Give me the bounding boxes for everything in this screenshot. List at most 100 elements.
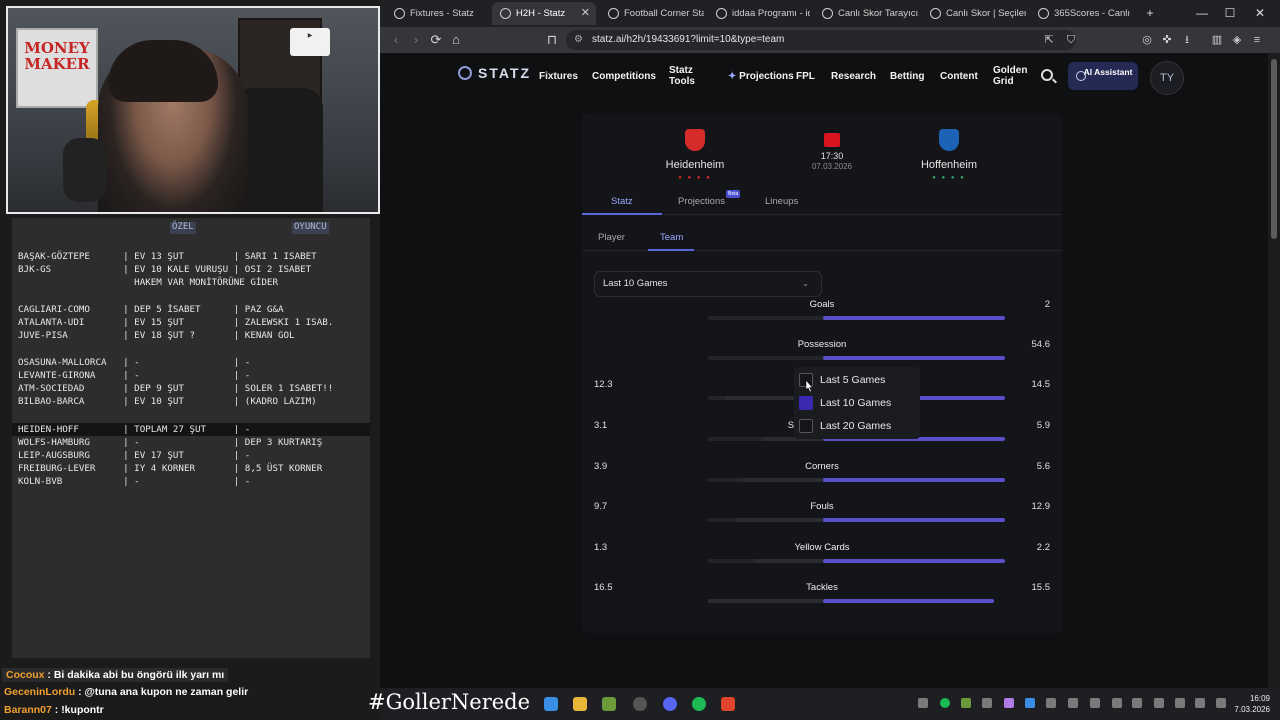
tray-display-icon[interactable]	[1132, 698, 1142, 708]
tray-steam-icon[interactable]	[982, 698, 992, 708]
browser-tab[interactable]: Canlı Skor Tarayıcısı	[814, 2, 918, 25]
search-icon[interactable]	[1041, 69, 1053, 81]
wallet-icon[interactable]: ◈	[1228, 27, 1246, 53]
tray-speaker-icon[interactable]	[1195, 698, 1205, 708]
spotify-icon[interactable]	[692, 697, 706, 711]
extensions-icon[interactable]: ✜	[1158, 27, 1176, 53]
notes-line: BAŞAK-GÖZTEPE | EV 13 ŞUT | SARI 1 ISABE…	[18, 251, 317, 262]
avatar[interactable]: TY	[1150, 61, 1184, 95]
chat-username: Barann07	[4, 704, 52, 716]
filter-option-checkbox[interactable]	[799, 396, 813, 410]
vpn-icon[interactable]: ◎	[1138, 27, 1156, 53]
tray-bluetooth-icon[interactable]	[1025, 698, 1035, 708]
tab-title: Canlı Skor Tarayıcısı	[838, 8, 918, 19]
tray-network-icon[interactable]	[1090, 698, 1100, 708]
tray-controller-icon[interactable]	[1046, 698, 1056, 708]
brave-browser-icon[interactable]	[721, 697, 735, 711]
stat-home-bar	[736, 518, 822, 522]
statz-logo[interactable]: STATZ	[458, 65, 531, 81]
close-tab-icon[interactable]: ✕	[581, 2, 590, 25]
notes-line: FREIBURG-LEVER | IY 4 KORNER | 8,5 ÜST K…	[18, 463, 323, 474]
browser-tab[interactable]: Fixtures - Statz	[386, 2, 486, 25]
browser-tab[interactable]: Football Corner Stats	[600, 2, 704, 25]
away-team-name[interactable]: Hoffenheim	[889, 159, 1009, 171]
stat-away-value: 15.5	[1031, 582, 1051, 593]
away-team-crest[interactable]	[939, 129, 959, 151]
streamer-hair	[108, 40, 218, 102]
download-icon[interactable]: ⭳	[1178, 27, 1196, 53]
browser-tab[interactable]: iddaa Programı - iddi	[708, 2, 810, 25]
tray-volume-icon[interactable]	[1216, 698, 1226, 708]
stat-row: Goals 2	[594, 299, 1050, 333]
tab-player[interactable]: Player	[598, 232, 625, 243]
nav-projections[interactable]: ✦ Projections	[728, 71, 794, 82]
home-team-crest[interactable]	[685, 129, 705, 151]
sidebar-icon[interactable]: ▥	[1208, 27, 1226, 53]
system-clock[interactable]: 16:09 7.03.2026	[1234, 693, 1270, 715]
games-filter-select[interactable]: Last 10 Games ⌄	[594, 271, 822, 297]
discord-icon[interactable]	[663, 697, 677, 711]
tab-team[interactable]: Team	[660, 232, 683, 243]
nav-research[interactable]: Research	[831, 71, 876, 82]
tab-projections[interactable]: Projections	[678, 196, 725, 207]
stat-away-value: 2	[1044, 299, 1050, 310]
filter-option[interactable]: Last 20 Games	[794, 415, 920, 437]
browser-tab[interactable]: Canlı Skor | Seçilen m	[922, 2, 1026, 25]
forward-icon[interactable]: ›	[406, 27, 426, 53]
close-window-button[interactable]: ✕	[1246, 0, 1274, 27]
tab-title: Football Corner Stats	[624, 8, 704, 19]
stat-row: 3.9 Corners 5.6	[594, 461, 1050, 495]
page-scrollbar[interactable]	[1268, 53, 1280, 688]
match-card: Heidenheim ● ● ● ● 17:30 07.03.2026 Hoffe…	[582, 113, 1062, 633]
nav-fixtures[interactable]: Fixtures	[539, 71, 578, 82]
tray-wifi-icon[interactable]	[1154, 698, 1164, 708]
tray-app-icon[interactable]	[918, 698, 928, 708]
new-tab-button[interactable]: +	[1136, 0, 1164, 27]
ai-assistant-button[interactable]: AI Assistant	[1068, 62, 1138, 90]
stat-away-value: 54.6	[1031, 339, 1051, 350]
filter-option-label: Last 5 Games	[820, 374, 886, 386]
windows-start-icon[interactable]	[544, 697, 558, 711]
bookmark-icon[interactable]: ⊓	[542, 27, 562, 53]
tray-pen-icon[interactable]	[1004, 698, 1014, 708]
share-icon[interactable]: ⇱	[1040, 27, 1058, 53]
file-explorer-icon[interactable]	[573, 697, 587, 711]
nav-betting[interactable]: Betting	[890, 71, 924, 82]
stream-overlay: ▶ MONEY MAKER ÖZEL OYUNCU BAŞAK-GÖZTEPE …	[0, 0, 380, 720]
home-team-name[interactable]: Heidenheim	[635, 159, 755, 171]
back-icon[interactable]: ‹	[386, 27, 406, 53]
minimize-button[interactable]: —	[1188, 0, 1216, 27]
nav-statz-tools[interactable]: Statz Tools	[669, 65, 699, 87]
tray-discord-icon[interactable]	[1068, 698, 1078, 708]
nav-competitions[interactable]: Competitions	[592, 71, 656, 82]
tray-mic-icon[interactable]	[1175, 698, 1185, 708]
tab-statz[interactable]: Statz	[611, 196, 633, 207]
tray-spotify-icon[interactable]	[940, 698, 950, 708]
notes-line: LEVANTE-GIRONA | - | -	[18, 370, 251, 381]
site-info-icon[interactable]: ⚙	[574, 32, 583, 48]
notepad-icon[interactable]	[602, 697, 616, 711]
nav-content[interactable]: Content	[940, 71, 978, 82]
browser-tab[interactable]: 365Scores - Canlı Sk	[1030, 2, 1130, 25]
nav-fpl[interactable]: FPL	[796, 71, 815, 82]
tray-vpn-icon[interactable]	[1112, 698, 1122, 708]
filter-option-checkbox[interactable]	[799, 419, 813, 433]
brave-shield-icon[interactable]: ⛉	[1062, 27, 1080, 53]
tab-lineups[interactable]: Lineups	[765, 196, 798, 207]
stat-name: Goals	[809, 299, 835, 310]
scrollbar-thumb[interactable]	[1271, 59, 1277, 239]
games-filter-value: Last 10 Games	[603, 278, 668, 289]
address-bar[interactable]: ⚙ statz.ai/h2h/19433691?limit=10&type=te…	[566, 30, 1076, 50]
tray-xbox-icon[interactable]	[961, 698, 971, 708]
filter-option[interactable]: Last 10 Games	[794, 392, 920, 414]
home-icon[interactable]: ⌂	[446, 27, 466, 53]
browser-tab[interactable]: H2H - Statz ✕	[492, 2, 596, 25]
reload-icon[interactable]: ⟳	[426, 27, 446, 53]
chat-feed: Cocoux : Bi dakika abi bu öngörü ilk yar…	[0, 660, 380, 720]
chat-username: GeceninLordu	[4, 686, 76, 698]
maximize-button[interactable]: ☐	[1216, 0, 1244, 27]
nav-golden-grid[interactable]: Golden Grid	[993, 65, 1027, 87]
menu-icon[interactable]: ≡	[1248, 27, 1266, 53]
stat-row: 16.5 Tackles 15.5	[594, 582, 1050, 616]
obs-icon[interactable]	[633, 697, 647, 711]
